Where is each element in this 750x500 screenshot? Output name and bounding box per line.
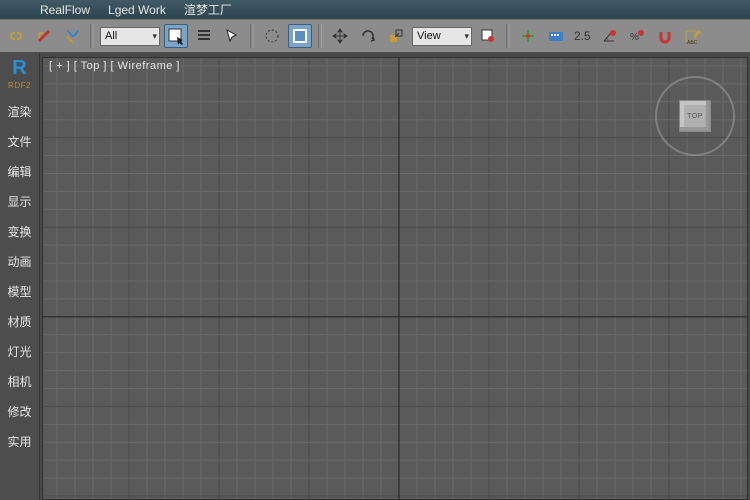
sidebar-item-material[interactable]: 材质	[7, 313, 31, 330]
select-toggle-icon[interactable]	[164, 24, 188, 48]
sidebar-item-animation[interactable]: 动画	[7, 253, 31, 270]
scale-icon[interactable]	[384, 24, 408, 48]
viewport-grid	[43, 58, 747, 499]
viewcube[interactable]: TOP	[655, 76, 735, 156]
manipulate-icon[interactable]	[516, 24, 540, 48]
snap-angle-icon[interactable]	[597, 24, 621, 48]
rdf-logo[interactable]: R	[12, 57, 26, 80]
sidebar-item-utility[interactable]: 实用	[7, 433, 31, 450]
sidebar-item-transform[interactable]: 变换	[7, 223, 31, 240]
move-icon[interactable]	[328, 24, 352, 48]
rotate-icon[interactable]	[356, 24, 380, 48]
unlink-icon[interactable]	[32, 24, 56, 48]
rdf-logo-sub: RDF2	[8, 81, 31, 90]
sidebar-item-render[interactable]: 渲染	[7, 103, 31, 120]
main-toolbar: All ▾ View ▾ 2.5 % ABC	[0, 19, 750, 53]
viewport-label[interactable]: [ + ] [ Top ] [ Wireframe ]	[49, 60, 180, 72]
svg-text:%: %	[630, 32, 639, 43]
menu-lgedwork[interactable]: Lged Work	[108, 3, 166, 17]
menubar: RealFlow Lged Work 渲梦工厂	[0, 0, 750, 19]
edit-named-sel-icon[interactable]: ABC	[681, 24, 705, 48]
sidebar-item-edit[interactable]: 编辑	[7, 163, 31, 180]
sidebar-item-display[interactable]: 显示	[7, 193, 31, 210]
viewport[interactable]: [ + ] [ Top ] [ Wireframe ] TOP	[42, 57, 748, 500]
region-circle-icon[interactable]	[260, 24, 284, 48]
sidebar-item-model[interactable]: 模型	[7, 283, 31, 300]
region-rect-icon[interactable]	[288, 24, 312, 48]
sidebar-item-file[interactable]: 文件	[7, 133, 31, 150]
sidebar-item-light[interactable]: 灯光	[7, 343, 31, 360]
svg-text:ABC: ABC	[687, 40, 698, 45]
menu-realflow[interactable]: RealFlow	[40, 3, 90, 17]
combo-value: View	[417, 30, 441, 42]
snap-percent-icon[interactable]: %	[625, 24, 649, 48]
bind-icon[interactable]	[60, 24, 84, 48]
cursor-icon[interactable]	[220, 24, 244, 48]
sidebar-item-camera[interactable]: 相机	[7, 373, 31, 390]
snap-toggle-icon[interactable]	[653, 24, 677, 48]
spinner-value: 2.5	[572, 29, 593, 43]
chevron-down-icon: ▾	[152, 31, 157, 42]
viewcube-face-top[interactable]: TOP	[679, 100, 711, 132]
keyboard-shortcut-icon[interactable]	[544, 24, 568, 48]
pivot-icon[interactable]	[476, 24, 500, 48]
chevron-down-icon: ▾	[464, 31, 469, 42]
combo-value: All	[105, 30, 117, 42]
menu-rdf[interactable]: 渲梦工厂	[184, 1, 232, 18]
ref-coord-combo[interactable]: View ▾	[412, 27, 472, 46]
sidebar: R RDF2 渲染 文件 编辑 显示 变换 动画 模型 材质 灯光 相机 修改 …	[0, 53, 40, 500]
sidebar-item-modify[interactable]: 修改	[7, 403, 31, 420]
link-icon[interactable]	[4, 24, 28, 48]
selection-filter-combo[interactable]: All ▾	[100, 27, 160, 46]
select-list-icon[interactable]	[192, 24, 216, 48]
